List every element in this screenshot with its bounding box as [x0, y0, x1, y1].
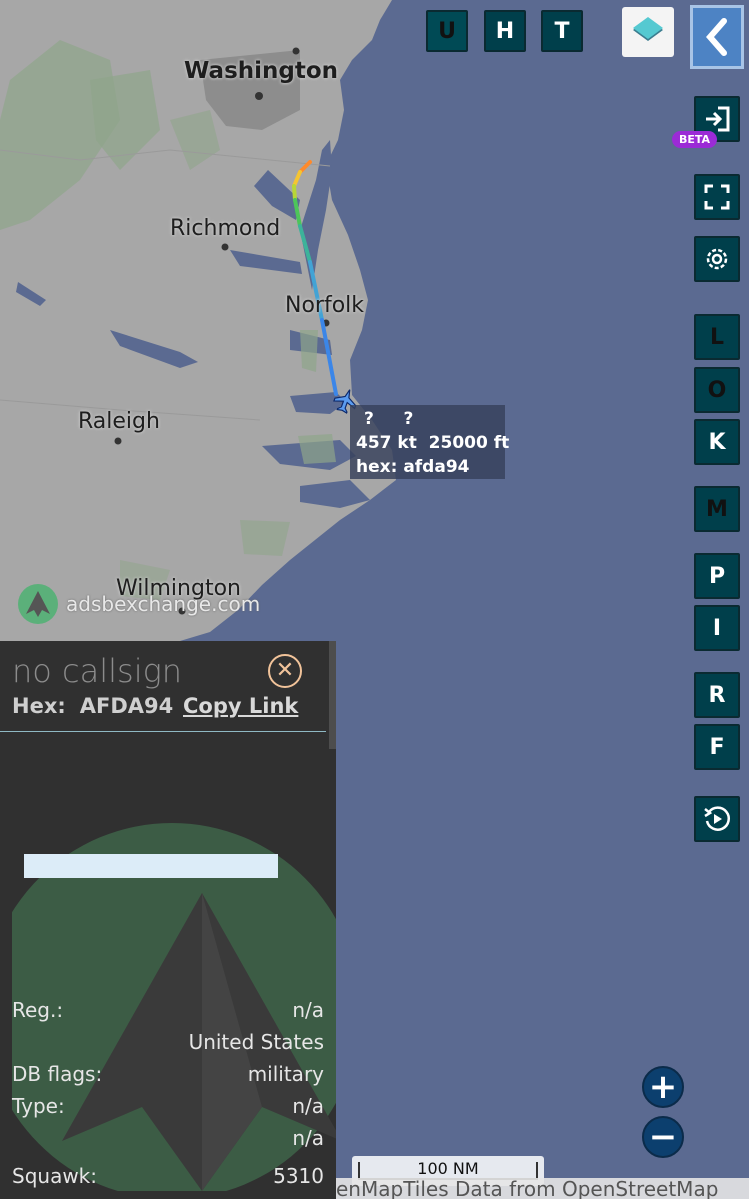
l-button[interactable]: L: [694, 314, 740, 360]
m-button-label: M: [706, 496, 728, 522]
city-label-raleigh: Raleigh: [78, 409, 160, 434]
login-icon: [706, 106, 730, 132]
panel-scrollbar[interactable]: [329, 641, 336, 749]
aircraft-label-line3: hex: afda94: [356, 457, 470, 477]
info-row-label: Reg.:: [12, 998, 64, 1022]
o-button[interactable]: O: [694, 367, 740, 413]
hex-label: Hex:: [12, 694, 66, 718]
city-label-washington: Washington: [184, 58, 339, 84]
chevron-left-icon: [706, 18, 727, 56]
hex-value: AFDA94: [79, 694, 174, 718]
info-row-value: n/a: [292, 1126, 324, 1150]
info-row-value: military: [247, 1062, 324, 1086]
info-row-value: 5310: [273, 1164, 324, 1188]
collapse-panel-button[interactable]: [690, 5, 744, 69]
panel-divider: [0, 731, 326, 732]
aircraft-label-line1: ? ?: [364, 409, 414, 429]
aircraft-photo-placeholder[interactable]: [24, 854, 278, 878]
city-dot-richmond: [221, 243, 229, 251]
info-row-country: United States: [12, 1030, 324, 1054]
k-button[interactable]: K: [694, 419, 740, 465]
info-row-label: Type:: [12, 1094, 65, 1118]
beta-badge: BETA: [672, 131, 718, 148]
gear-icon: [706, 248, 728, 270]
h-button-label: H: [495, 18, 515, 44]
fullscreen-button[interactable]: [694, 174, 740, 220]
layers-icon: [633, 17, 663, 41]
info-row-label: DB flags:: [12, 1062, 103, 1086]
city-label-norfolk: Norfolk: [285, 293, 365, 318]
p-button[interactable]: P: [694, 553, 740, 599]
m-button[interactable]: M: [694, 486, 740, 532]
close-icon[interactable]: ✕: [268, 654, 302, 688]
replay-icon: [704, 806, 730, 831]
info-row-squawk: Squawk: 5310: [12, 1164, 324, 1188]
info-row-label: Squawk:: [12, 1164, 97, 1188]
info-row-value: United States: [188, 1030, 324, 1054]
settings-button[interactable]: [694, 236, 740, 282]
info-row-value: n/a: [292, 1094, 324, 1118]
city-dot-washington: [255, 92, 263, 100]
brand-watermark: adsbexchange.com: [18, 584, 260, 624]
hex-line: Hex: AFDA94: [12, 694, 187, 718]
r-button[interactable]: R: [694, 672, 740, 718]
fullscreen-icon: [704, 184, 730, 210]
copy-link[interactable]: Copy Link: [183, 694, 298, 718]
info-row-value: n/a: [292, 998, 324, 1022]
aircraft-label-line2: 457 kt 25000 ft: [356, 433, 510, 453]
map-attribution[interactable]: enMapTiles Data from OpenStreetMap: [336, 1178, 749, 1199]
u-button[interactable]: U: [426, 10, 468, 52]
p-button-label: P: [708, 563, 726, 589]
zoom-out-label: −: [648, 1117, 678, 1157]
h-button[interactable]: H: [484, 10, 526, 52]
info-row-reg: Reg.: n/a: [12, 998, 324, 1022]
aircraft-info-label[interactable]: ? ? 457 kt 25000 ft hex: afda94: [350, 405, 510, 479]
i-button[interactable]: I: [694, 605, 740, 651]
layers-button[interactable]: [622, 7, 674, 57]
info-row-type: Type: n/a: [12, 1094, 324, 1118]
t-button[interactable]: T: [541, 10, 583, 52]
zoom-in-label: +: [648, 1067, 678, 1107]
u-button-label: U: [438, 18, 456, 44]
f-button[interactable]: F: [694, 724, 740, 770]
replay-button[interactable]: [694, 796, 740, 842]
city-dot-raleigh: [114, 437, 122, 445]
r-button-label: R: [708, 682, 726, 708]
zoom-in-button[interactable]: +: [642, 1066, 684, 1108]
k-button-label: K: [708, 429, 726, 455]
callsign-title: no callsign: [12, 652, 183, 690]
o-button-label: O: [707, 377, 727, 403]
l-button-label: L: [709, 324, 725, 350]
brand-text: adsbexchange.com: [66, 592, 261, 616]
info-row-db-flags: DB flags: military: [12, 1062, 324, 1086]
i-button-label: I: [712, 615, 722, 641]
t-button-label: T: [554, 18, 570, 44]
f-button-label: F: [709, 734, 725, 760]
city-label-richmond: Richmond: [170, 216, 281, 241]
adsbexchange-logo-icon: [18, 584, 58, 624]
info-row-type-desc: n/a: [12, 1126, 324, 1150]
zoom-out-button[interactable]: −: [642, 1116, 684, 1158]
